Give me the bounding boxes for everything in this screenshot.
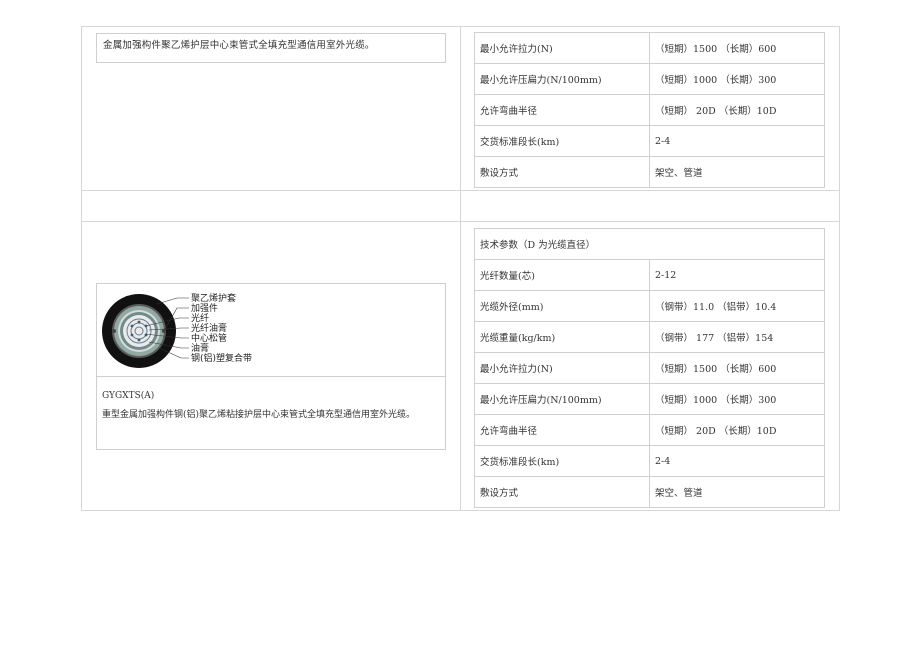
- spec-value: （短期） 20D （长期）10D: [649, 414, 825, 446]
- diagram-label: 加强件: [191, 302, 218, 314]
- spec-label: 最小允许压扁力(N/100mm): [474, 383, 650, 415]
- table-row: 交货标准段长(km) 2-4: [474, 445, 825, 477]
- spec-value: （短期）1000 （长期）300: [649, 63, 825, 95]
- spec-header: 技术参数（D 为光缆直径）: [474, 228, 825, 260]
- table-row: 允许弯曲半径 （短期） 20D （长期）10D: [474, 414, 825, 446]
- spec-label: 光缆重量(kg/km): [474, 321, 650, 353]
- table-row: 允许弯曲半径 （短期） 20D （长期）10D: [474, 94, 825, 126]
- section1-spec-table: 最小允许拉力(N) （短期）1500 （长期）600 最小允许压扁力(N/100m…: [474, 32, 825, 188]
- spec-label: 交货标准段长(km): [474, 125, 650, 157]
- table-row: 敷设方式 架空、管道: [474, 476, 825, 508]
- table-row: 最小允许拉力(N) （短期）1500 （长期）600: [474, 352, 825, 384]
- diagram-label: 聚乙烯护套: [191, 292, 236, 304]
- row-divider-1: [81, 190, 840, 191]
- table-row: 光缆重量(kg/km) （钢带） 177 （铝带）154: [474, 321, 825, 353]
- column-divider: [460, 26, 461, 511]
- spec-value: （短期）1000 （长期）300: [649, 383, 825, 415]
- spec-label: 交货标准段长(km): [474, 445, 650, 477]
- spec-value: 2-12: [649, 259, 825, 291]
- cable-diagram-box: 聚乙烯护套 加强件 光纤 光纤油膏 中心松管 油膏 钢(铝)塑复合带: [96, 283, 446, 377]
- diagram-label: 油膏: [191, 342, 209, 354]
- spec-label: 最小允许拉力(N): [474, 32, 650, 64]
- table-row: 敷设方式 架空、管道: [474, 156, 825, 188]
- section1-description-box: 金属加强构件聚乙烯护层中心束管式全填充型通信用室外光缆。: [96, 33, 446, 63]
- row-divider-2: [81, 221, 840, 222]
- section2-caption-box: GYGXTS(A) 重型金属加强构件钢(铝)聚乙烯粘接护层中心束管式全填充型通信…: [96, 376, 446, 450]
- spec-value: （短期）1500 （长期）600: [649, 32, 825, 64]
- spec-label: 光缆外径(mm): [474, 290, 650, 322]
- section2-spec-table: 技术参数（D 为光缆直径） 光纤数量(芯) 2-12 光缆外径(mm) （钢带）11…: [474, 228, 825, 508]
- spec-label: 最小允许压扁力(N/100mm): [474, 63, 650, 95]
- spec-label: 最小允许拉力(N): [474, 352, 650, 384]
- diagram-label: 光纤: [191, 312, 209, 324]
- cable-model: GYGXTS(A): [102, 391, 155, 401]
- spec-value: 架空、管道: [649, 156, 825, 188]
- diagram-label: 钢(铝)塑复合带: [191, 352, 252, 364]
- spec-value: （钢带） 177 （铝带）154: [649, 321, 825, 353]
- table-row: 最小允许拉力(N) （短期）1500 （长期）600: [474, 32, 825, 64]
- table-row: 光缆外径(mm) （钢带）11.0 （铝带）10.4: [474, 290, 825, 322]
- table-row: 最小允许压扁力(N/100mm) （短期）1000 （长期）300: [474, 63, 825, 95]
- spec-label: 光纤数量(芯): [474, 259, 650, 291]
- spec-label: 敷设方式: [474, 156, 650, 188]
- spec-value: 2-4: [649, 125, 825, 157]
- spec-value: （钢带）11.0 （铝带）10.4: [649, 290, 825, 322]
- section2-description: 重型金属加强构件钢(铝)聚乙烯粘接护层中心束管式全填充型通信用室外光缆。: [102, 410, 416, 420]
- diagram-label: 中心松管: [191, 332, 227, 344]
- table-row: 最小允许压扁力(N/100mm) （短期）1000 （长期）300: [474, 383, 825, 415]
- diagram-label: 光纤油膏: [191, 322, 227, 334]
- spec-label: 敷设方式: [474, 476, 650, 508]
- spec-value: （短期） 20D （长期）10D: [649, 94, 825, 126]
- cable-cross-section-diagram: 聚乙烯护套 加强件 光纤 光纤油膏 中心松管 油膏 钢(铝)塑复合带: [102, 292, 252, 368]
- spec-value: 架空、管道: [649, 476, 825, 508]
- table-header-row: 技术参数（D 为光缆直径）: [474, 228, 825, 260]
- spec-label: 允许弯曲半径: [474, 94, 650, 126]
- spec-value: （短期）1500 （长期）600: [649, 352, 825, 384]
- spec-value: 2-4: [649, 445, 825, 477]
- spec-label: 允许弯曲半径: [474, 414, 650, 446]
- table-row: 交货标准段长(km) 2-4: [474, 125, 825, 157]
- section1-description: 金属加强构件聚乙烯护层中心束管式全填充型通信用室外光缆。: [103, 40, 375, 51]
- table-row: 光纤数量(芯) 2-12: [474, 259, 825, 291]
